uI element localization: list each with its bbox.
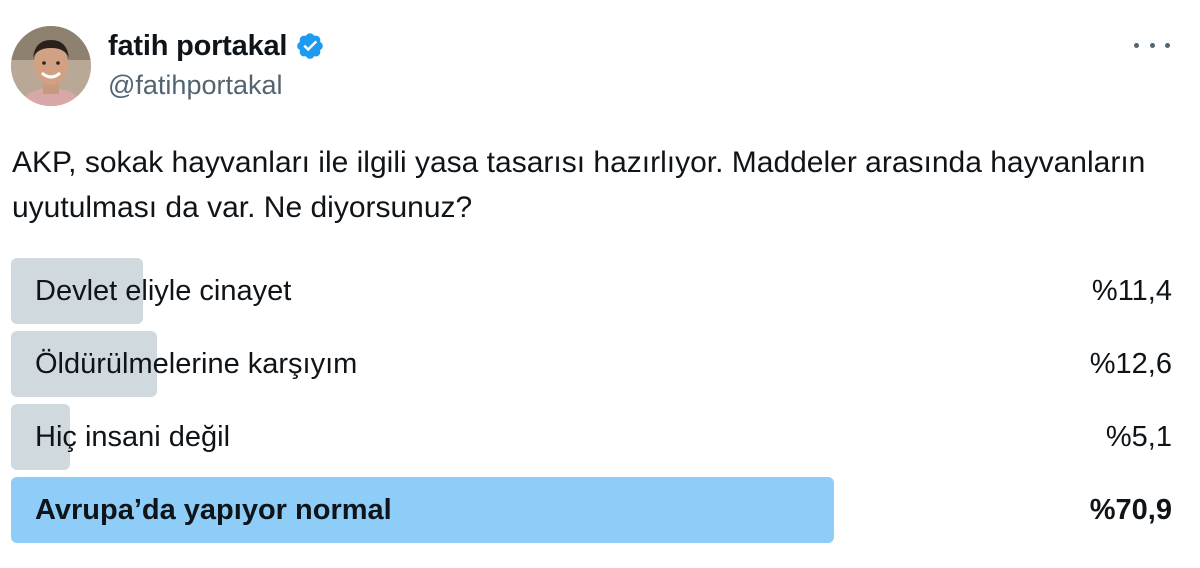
poll: Devlet eliyle cinayet %11,4 Öldürülmeler… [11,258,1172,550]
poll-option-label: Öldürülmelerine karşıyım [35,347,358,380]
poll-option: Öldürülmelerine karşıyım %12,6 [11,331,1172,397]
more-horizontal-icon[interactable] [1134,30,1170,60]
poll-option-winner: Avrupa’da yapıyor normal %70,9 [11,477,1172,543]
verified-badge-icon [295,31,325,61]
poll-option-percent: %70,9 [1089,493,1172,526]
poll-option-label: Hiç insani değil [35,420,231,453]
avatar-photo [11,26,91,106]
poll-option-percent: %11,4 [1091,274,1172,307]
poll-option-label: Avrupa’da yapıyor normal [35,493,392,526]
author-handle[interactable]: @fatihportakal [108,70,283,101]
poll-option-percent: %5,1 [1105,420,1172,453]
poll-option-percent: %12,6 [1089,347,1172,380]
tweet-text: AKP, sokak hayvanları ile ilgili yasa ta… [12,146,1146,224]
poll-option: Devlet eliyle cinayet %11,4 [11,258,1172,324]
author-display-name[interactable]: fatih portakal [108,30,287,63]
avatar[interactable] [11,26,91,106]
poll-option: Hiç insani değil %5,1 [11,404,1172,470]
author-name-row: fatih portakal [108,26,325,66]
poll-option-label: Devlet eliyle cinayet [35,274,292,307]
tweet-card: fatih portakal @fatihportakal AKP, sokak… [0,0,1200,568]
